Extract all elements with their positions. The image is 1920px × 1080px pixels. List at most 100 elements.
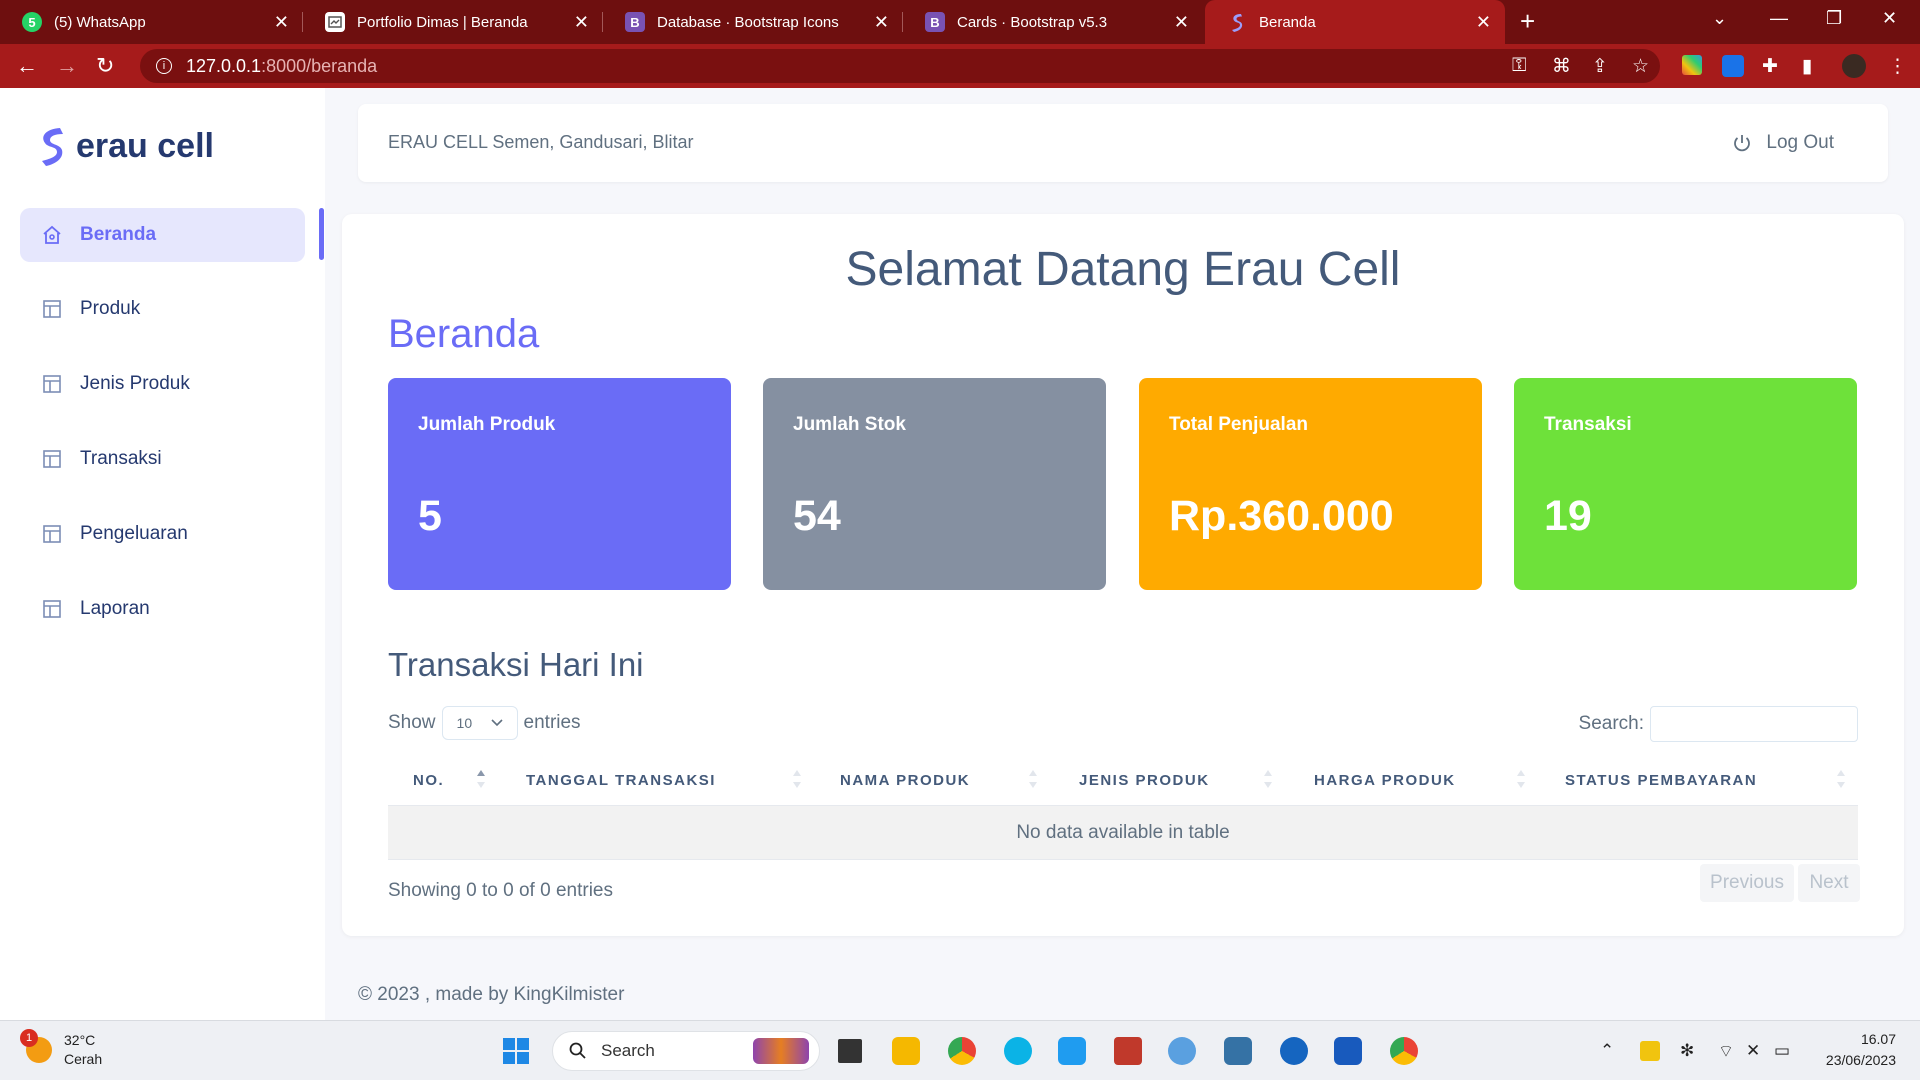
url-host: 127.0.0.1	[186, 55, 262, 76]
sidebar-item-jenis-produk[interactable]: Jenis Produk	[20, 357, 305, 411]
window-close-icon[interactable]: ✕	[1882, 8, 1897, 29]
bookmark-star-icon[interactable]: ☆	[1632, 55, 1649, 78]
grid-icon	[43, 600, 61, 618]
edge-icon[interactable]	[1004, 1037, 1032, 1065]
sidebar-item-beranda[interactable]: Beranda	[20, 208, 305, 262]
sort-icon[interactable]	[792, 768, 802, 790]
browser-tab-bootstrap-icons[interactable]: B Database · Bootstrap Icons ✕	[603, 0, 903, 44]
page-icon	[325, 12, 345, 32]
new-tab-plus-icon[interactable]: +	[1520, 6, 1535, 37]
browser-tab-bootstrap-cards[interactable]: B Cards · Bootstrap v5.3 ✕	[903, 0, 1203, 44]
weather-sun-icon: 1	[20, 1029, 52, 1063]
forward-arrow-icon[interactable]: →	[56, 53, 78, 79]
entries-length-control: Show 10 entries	[388, 706, 581, 740]
close-icon[interactable]: ✕	[1174, 12, 1189, 33]
table-search: Search:	[1579, 706, 1858, 742]
bootstrap-icon: B	[625, 12, 645, 32]
sidebar-item-produk[interactable]: Produk	[20, 282, 305, 336]
sort-icon[interactable]	[1263, 768, 1273, 790]
extension-blue-icon[interactable]	[1722, 55, 1744, 77]
stat-card-total-penjualan: Total Penjualan Rp.360.000	[1139, 378, 1482, 590]
word-icon[interactable]	[1334, 1037, 1362, 1065]
tab-search-chevron-icon[interactable]: ⌄	[1712, 8, 1727, 29]
vscode-icon[interactable]	[1058, 1037, 1086, 1065]
sidebar: erau cell Beranda Produk Jenis Produk Tr…	[0, 88, 325, 1020]
sidebar-item-pengeluaran[interactable]: Pengeluaran	[20, 507, 305, 561]
search-input[interactable]	[1650, 706, 1858, 742]
stat-label: Transaksi	[1544, 414, 1632, 435]
brand-logo[interactable]: erau cell	[38, 126, 214, 166]
column-header-no[interactable]: NO.	[413, 754, 444, 806]
column-header-tanggal-transaksi[interactable]: TANGGAL TRANSAKSI	[526, 754, 716, 806]
tab-title: Database · Bootstrap Icons	[657, 13, 839, 31]
column-header-jenis-produk[interactable]: JENIS PRODUK	[1079, 754, 1210, 806]
search-icon	[569, 1042, 586, 1059]
entries-select[interactable]: 10	[441, 706, 518, 740]
extensions-puzzle-icon[interactable]: ✚	[1762, 55, 1778, 78]
python-icon[interactable]	[1224, 1037, 1252, 1065]
browser-tab-portfolio[interactable]: Portfolio Dimas | Beranda ✕	[303, 0, 603, 44]
stat-card-jumlah-stok: Jumlah Stok 54	[763, 378, 1106, 590]
tray-chevron-up-icon[interactable]: ⌃	[1600, 1041, 1614, 1061]
minimize-icon[interactable]: —	[1770, 8, 1788, 29]
close-icon[interactable]: ✕	[1476, 12, 1491, 33]
file-explorer-icon[interactable]	[892, 1037, 920, 1065]
column-header-nama-produk[interactable]: NAMA PRODUK	[840, 754, 970, 806]
laravel-app-icon[interactable]	[1114, 1037, 1142, 1065]
menu-kebab-icon[interactable]: ⋮	[1888, 55, 1907, 78]
close-icon[interactable]: ✕	[574, 12, 589, 33]
sort-icon[interactable]	[1836, 768, 1846, 790]
tray-app-icon[interactable]	[1640, 1041, 1660, 1061]
column-header-status-pembayaran[interactable]: STATUS PEMBAYARAN	[1565, 754, 1757, 806]
grid-icon	[43, 300, 61, 318]
browser-tab-whatsapp[interactable]: 5 (5) WhatsApp ✕	[0, 0, 303, 44]
sidebar-item-label: Jenis Produk	[80, 373, 190, 394]
chrome-icon[interactable]	[948, 1037, 976, 1065]
side-panel-icon[interactable]: ▮	[1802, 55, 1812, 78]
weather-temp: 32°C	[64, 1032, 96, 1048]
next-page-button[interactable]: Next	[1798, 864, 1860, 902]
previous-page-button[interactable]: Previous	[1700, 864, 1794, 902]
tray-loading-icon[interactable]: ✻	[1680, 1041, 1694, 1061]
profile-avatar[interactable]	[1842, 54, 1866, 78]
restore-icon[interactable]: ❐	[1826, 8, 1842, 29]
extension-colorful-icon[interactable]	[1682, 55, 1702, 75]
volume-muted-icon[interactable]: ✕	[1746, 1041, 1760, 1061]
wifi-icon[interactable]: ⌔	[1718, 1041, 1734, 1062]
reload-icon[interactable]: ↻	[96, 53, 114, 79]
weather-widget[interactable]: 1 32°C Cerah	[20, 1029, 102, 1069]
chrome-active-icon[interactable]	[1390, 1037, 1418, 1065]
logout-button[interactable]: Log Out	[1732, 132, 1834, 154]
page-title: Beranda	[388, 312, 540, 356]
share-icon[interactable]: ⇪	[1592, 55, 1608, 78]
sort-asc-icon[interactable]	[476, 768, 486, 790]
key-icon[interactable]: ⚿	[1512, 55, 1526, 77]
sidebar-item-laporan[interactable]: Laporan	[20, 582, 305, 636]
translate-icon[interactable]: ⌘	[1552, 55, 1571, 78]
app-circles-icon[interactable]	[1168, 1037, 1196, 1065]
browser-tab-beranda[interactable]: Beranda ✕	[1205, 0, 1505, 44]
stat-value: 19	[1544, 492, 1592, 540]
address-bar[interactable]: i 127.0.0.1:8000/beranda	[140, 49, 1660, 83]
search-label: Search:	[1578, 713, 1644, 734]
empty-table-message: No data available in table	[1016, 821, 1230, 843]
sidebar-item-transaksi[interactable]: Transaksi	[20, 432, 305, 486]
windows-start-icon[interactable]	[502, 1037, 530, 1065]
task-view-icon[interactable]	[838, 1039, 862, 1063]
wps-icon[interactable]	[1280, 1037, 1308, 1065]
back-arrow-icon[interactable]: ←	[16, 53, 38, 79]
taskbar-search[interactable]: Search	[552, 1031, 820, 1071]
sort-icon[interactable]	[1516, 768, 1526, 790]
site-info-icon[interactable]: i	[156, 58, 172, 74]
browser-tab-strip: 5 (5) WhatsApp ✕ Portfolio Dimas | Beran…	[0, 0, 1920, 44]
close-icon[interactable]: ✕	[874, 12, 889, 33]
close-icon[interactable]: ✕	[274, 12, 289, 33]
column-header-harga-produk[interactable]: HARGA PRODUK	[1314, 754, 1456, 806]
sort-icon[interactable]	[1028, 768, 1038, 790]
footer-text: © 2023 , made by KingKilmister	[358, 984, 625, 1005]
stat-card-transaksi: Transaksi 19	[1514, 378, 1857, 590]
system-clock[interactable]: 16.07 23/06/2023	[1816, 1029, 1896, 1071]
search-highlight-butterfly-icon	[753, 1038, 809, 1064]
top-header: ERAU CELL Semen, Gandusari, Blitar Log O…	[358, 104, 1888, 182]
battery-icon[interactable]: ▭	[1774, 1041, 1790, 1061]
